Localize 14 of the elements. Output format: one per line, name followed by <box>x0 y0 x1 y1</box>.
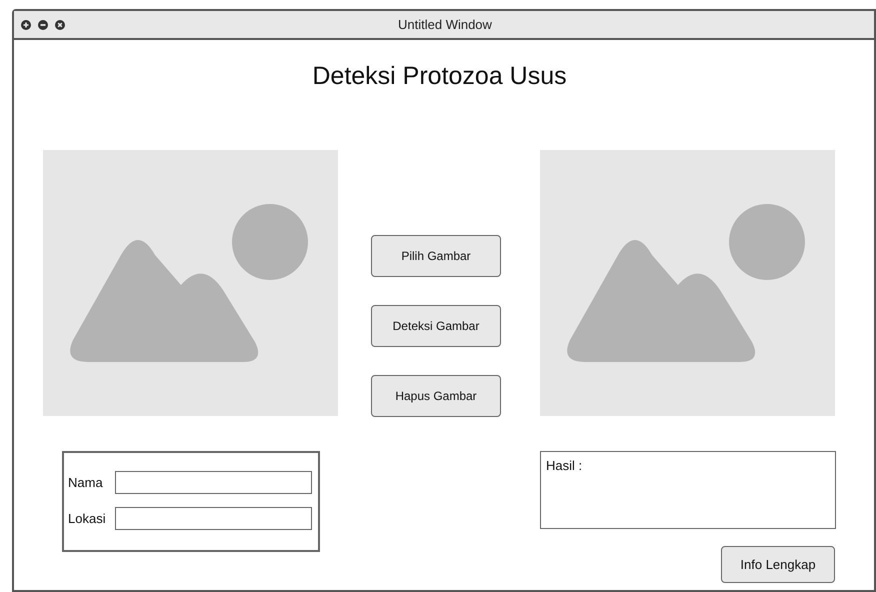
field-label: Lokasi <box>68 511 107 526</box>
result-label: Hasil : <box>546 458 582 473</box>
close-icon[interactable] <box>55 20 65 30</box>
minimize-icon[interactable] <box>38 20 48 30</box>
page-title: Deteksi Protozoa Usus <box>311 61 568 92</box>
input-field[interactable] <box>114 471 312 494</box>
input-field[interactable] <box>114 507 312 530</box>
window-title: Untitled Window <box>398 17 492 32</box>
maximize-icon[interactable] <box>21 20 31 30</box>
info-button[interactable]: Info Lengkap <box>721 546 835 583</box>
action-button[interactable]: Deteksi Gambar <box>371 305 501 347</box>
field-label: Nama <box>68 475 104 490</box>
action-button[interactable]: Hapus Gambar <box>371 375 501 417</box>
action-button[interactable]: Pilih Gambar <box>371 235 501 277</box>
